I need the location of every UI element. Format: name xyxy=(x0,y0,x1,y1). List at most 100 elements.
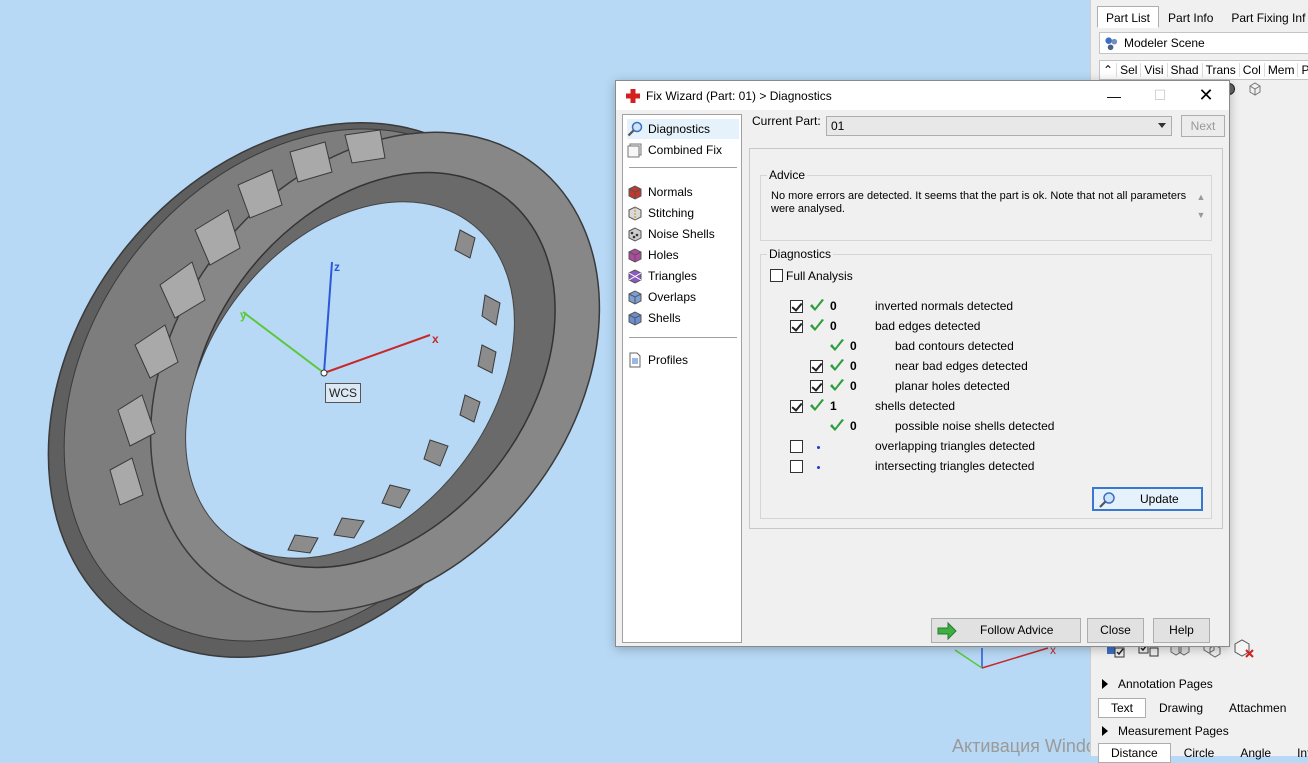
diagnostic-checkbox[interactable] xyxy=(810,380,823,393)
tab-part-list[interactable]: Part List xyxy=(1097,6,1160,28)
window-controls: — ☐ ✕ xyxy=(1091,81,1229,110)
advice-scrollbar[interactable]: ▲ ▼ xyxy=(1195,188,1207,236)
nav-item-profiles[interactable]: Profiles xyxy=(627,350,739,370)
green-check-icon xyxy=(810,299,824,311)
diagnostic-label: shells detected xyxy=(875,399,956,413)
wire-cube-icon[interactable] xyxy=(1248,82,1262,96)
sort-up-icon[interactable]: ⌃ xyxy=(1100,63,1118,77)
diagnostic-label: planar holes detected xyxy=(895,379,1010,393)
expand-arrow-icon[interactable] xyxy=(1102,679,1108,689)
diagnostic-checkbox[interactable] xyxy=(790,300,803,313)
nav-label: Shells xyxy=(648,311,681,325)
tab-attachment[interactable]: Attachmen xyxy=(1216,698,1299,718)
col-p[interactable]: P xyxy=(1298,63,1308,77)
diagnostic-row: 1 shells detected xyxy=(761,397,1201,417)
update-button[interactable]: Update xyxy=(1092,487,1203,511)
close-window-button[interactable]: ✕ xyxy=(1183,81,1229,110)
noise-shells-icon xyxy=(628,227,642,242)
shells-icon xyxy=(628,311,642,326)
nav-item-shells[interactable]: Shells xyxy=(627,308,739,328)
col-transparency[interactable]: Trans xyxy=(1203,63,1240,77)
nav-item-noise-shells[interactable]: Noise Shells xyxy=(627,224,739,244)
part-tabs: Part List Part Info Part Fixing Inf xyxy=(1097,6,1308,28)
annotation-pages-label: Annotation Pages xyxy=(1118,677,1213,691)
stack-icon xyxy=(627,143,642,158)
scene-label: Modeler Scene xyxy=(1124,36,1205,50)
triangles-cube-icon xyxy=(628,269,642,284)
tab-drawing[interactable]: Drawing xyxy=(1146,698,1216,718)
advice-title: Advice xyxy=(767,168,808,182)
nav-label: Triangles xyxy=(648,269,697,283)
diagnostic-label: intersecting triangles detected xyxy=(875,459,1035,473)
measurement-pages-section[interactable]: Measurement Pages xyxy=(1094,721,1308,741)
tab-angle[interactable]: Angle xyxy=(1227,743,1284,763)
nav-label: Profiles xyxy=(648,353,689,367)
help-button[interactable]: Help xyxy=(1153,618,1210,643)
y-axis-label: y xyxy=(240,308,247,322)
diagnostic-checkbox[interactable] xyxy=(790,400,803,413)
col-visible[interactable]: Visi xyxy=(1141,63,1168,77)
advice-group: Advice No more errors are detected. It s… xyxy=(760,168,1212,241)
part-list-header: ⌃ Sel Visi Shad Trans Col Mem P xyxy=(1099,60,1308,80)
full-analysis-label: Full Analysis xyxy=(786,269,853,283)
expand-arrow-icon[interactable] xyxy=(1102,726,1108,736)
green-check-icon xyxy=(830,379,844,391)
nav-item-diagnostics[interactable]: Diagnostics xyxy=(627,119,739,139)
minimize-button[interactable]: — xyxy=(1091,81,1137,110)
current-part-label: Current Part: xyxy=(752,114,821,128)
col-shading[interactable]: Shad xyxy=(1168,63,1203,77)
diagnostic-row: intersecting triangles detected xyxy=(761,457,1201,477)
col-color[interactable]: Col xyxy=(1240,63,1265,77)
next-button: Next xyxy=(1181,115,1225,137)
delete-part-icon[interactable] xyxy=(1232,636,1256,660)
diagnostic-count: 0 xyxy=(830,299,837,313)
diagnostic-label: possible noise shells detected xyxy=(895,419,1055,433)
close-button[interactable]: Close xyxy=(1087,618,1144,643)
follow-advice-button[interactable]: Follow Advice xyxy=(931,618,1081,643)
annotation-tabs: Text Drawing Attachmen xyxy=(1098,698,1299,718)
document-icon xyxy=(629,352,641,368)
col-select[interactable]: Sel xyxy=(1117,63,1142,77)
diagnostic-checkbox[interactable] xyxy=(790,320,803,333)
wcs-label: WCS xyxy=(325,383,361,403)
diagnostic-row: 0 planar holes detected xyxy=(761,377,1201,397)
dialog-titlebar[interactable]: Fix Wizard (Part: 01) > Diagnostics — ☐ … xyxy=(616,81,1229,110)
diagnostic-count: 0 xyxy=(850,419,857,433)
modeler-scene-node[interactable]: Modeler Scene xyxy=(1099,32,1308,54)
diagnostic-checkbox[interactable] xyxy=(790,440,803,453)
annotation-pages-section[interactable]: Annotation Pages xyxy=(1094,674,1308,694)
nav-item-triangles[interactable]: Triangles xyxy=(627,266,739,286)
tab-circle[interactable]: Circle xyxy=(1171,743,1228,763)
nav-label: Holes xyxy=(648,248,679,262)
col-memory[interactable]: Mem xyxy=(1265,63,1299,77)
follow-advice-label: Follow Advice xyxy=(980,623,1054,637)
diagnostic-count: 0 xyxy=(850,339,857,353)
nav-label: Normals xyxy=(648,185,693,199)
full-analysis-checkbox[interactable] xyxy=(770,269,783,282)
nav-item-stitching[interactable]: Stitching xyxy=(627,203,739,223)
tab-part-info[interactable]: Part Info xyxy=(1159,6,1222,28)
diagnostic-checkbox[interactable] xyxy=(810,360,823,373)
diagnostic-checkbox[interactable] xyxy=(790,460,803,473)
nav-item-normals[interactable]: Normals xyxy=(627,182,739,202)
tab-part-fixing-info[interactable]: Part Fixing Inf xyxy=(1222,6,1308,28)
pending-dot-icon xyxy=(817,446,820,449)
tab-text[interactable]: Text xyxy=(1098,698,1147,718)
magnifier-icon xyxy=(1099,492,1115,508)
nav-divider xyxy=(629,337,737,338)
nav-label: Diagnostics xyxy=(648,122,711,136)
diagnostics-group: Diagnostics Full Analysis 0 inverted norm… xyxy=(760,247,1212,519)
current-part-value: 01 xyxy=(831,119,845,133)
tab-info[interactable]: Info xyxy=(1284,743,1308,763)
current-part-select[interactable]: 01 xyxy=(826,116,1172,136)
update-label: Update xyxy=(1140,492,1179,506)
diagnostic-row: 0 inverted normals detected xyxy=(761,297,1201,317)
nav-item-combined-fix[interactable]: Combined Fix xyxy=(627,140,739,160)
tab-distance[interactable]: Distance xyxy=(1098,743,1171,763)
wizard-nav: Diagnostics Combined Fix Normals Stitchi… xyxy=(622,114,742,643)
green-check-icon xyxy=(830,359,844,371)
nav-item-overlaps[interactable]: Overlaps xyxy=(627,287,739,307)
nav-item-holes[interactable]: Holes xyxy=(627,245,739,265)
pending-dot-icon xyxy=(817,466,820,469)
diagnostic-row: 0 near bad edges detected xyxy=(761,357,1201,377)
